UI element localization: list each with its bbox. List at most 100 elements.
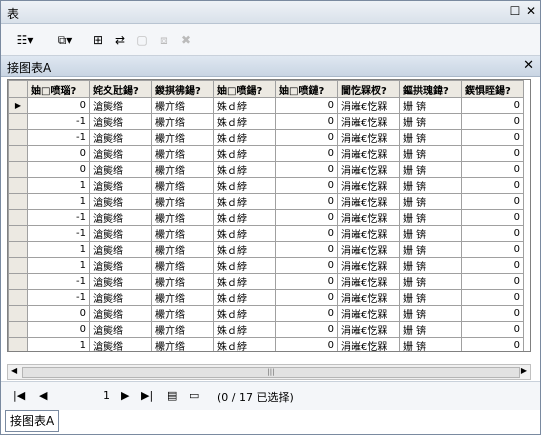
last-record-icon[interactable]: ▶| (141, 389, 153, 402)
show-selected-records-icon[interactable]: ▭ (189, 389, 199, 402)
row-selector[interactable] (8, 305, 28, 322)
table-cell[interactable]: 0 (461, 113, 524, 130)
row-selector[interactable] (8, 177, 28, 194)
related-tables-icon[interactable]: ⧉▾ (51, 31, 79, 49)
table-cell[interactable]: 姗 锛 (399, 241, 462, 258)
table-cell[interactable]: 姝ｄ綍 (213, 289, 276, 306)
previous-record-icon[interactable]: ◀ (39, 389, 47, 402)
table-cell[interactable]: 0 (461, 161, 524, 178)
table-row[interactable]: ▶ 0 滄熋绺 欙亣绺 姝ｄ綍 0 涓嶉€忔槑姗 锛0 (8, 97, 524, 114)
table-cell[interactable]: 姗 锛 (399, 113, 462, 130)
select-by-attributes-icon[interactable]: ⊞ (89, 31, 107, 49)
table-row[interactable]: 0 滄熋绺 欙亣绺 姝ｄ綍 0 涓嶉€忔槑姗 锛0 (8, 161, 524, 178)
table-row[interactable]: -1 滄熋绺 欙亣绺 姝ｄ綍 0 涓嶉€忔槑姗 锛0 (8, 129, 524, 146)
table-cell[interactable]: 姝ｄ綍 (213, 305, 276, 322)
table-cell[interactable]: 滄熋绺 (89, 321, 152, 338)
table-cell[interactable]: 涓嶉€忔槑 (337, 321, 400, 338)
table-cell[interactable]: 1 (27, 193, 90, 210)
table-cell[interactable]: 滄熋绺 (89, 305, 152, 322)
row-selector[interactable] (8, 225, 28, 242)
table-cell[interactable]: 欙亣绺 (151, 193, 214, 210)
scroll-right-icon[interactable]: ▶ (521, 366, 527, 375)
row-selector[interactable] (8, 129, 28, 146)
table-cell[interactable]: 姗 锛 (399, 97, 462, 114)
table-cell[interactable]: 欙亣绺 (151, 241, 214, 258)
first-record-icon[interactable]: |◀ (13, 389, 25, 402)
table-cell[interactable]: 1 (27, 241, 90, 258)
table-cell[interactable]: 涓嶉€忔槑 (337, 241, 400, 258)
column-header[interactable]: 閫忔槑杈? (337, 80, 400, 98)
table-cell[interactable]: 姗 锛 (399, 177, 462, 194)
table-cell[interactable]: 欙亣绺 (151, 305, 214, 322)
horizontal-scrollbar[interactable]: ◀ ||| ▶ (7, 364, 531, 380)
table-cell[interactable]: 滄熋绺 (89, 145, 152, 162)
table-cell[interactable]: 0 (27, 161, 90, 178)
table-cell[interactable]: 0 (275, 129, 338, 146)
table-cell[interactable]: 姗 锛 (399, 257, 462, 274)
table-cell[interactable]: 涓嶉€忔槑 (337, 273, 400, 290)
table-cell[interactable]: 欙亣绺 (151, 129, 214, 146)
row-selector[interactable] (8, 257, 28, 274)
switch-selection-icon[interactable]: ⇄ (111, 31, 129, 49)
table-cell[interactable]: 0 (461, 209, 524, 226)
table-cell[interactable]: 0 (27, 145, 90, 162)
table-row[interactable]: 0 滄熋绺 欙亣绺 姝ｄ綍 0 涓嶉€忔槑姗 锛0 (8, 305, 524, 322)
table-row[interactable]: -1 滄熋绺 欙亣绺 姝ｄ綍 0 涓嶉€忔槑姗 锛0 (8, 273, 524, 290)
table-cell[interactable]: 涓嶉€忔槑 (337, 145, 400, 162)
table-cell[interactable]: 涓嶉€忔槑 (337, 193, 400, 210)
table-cell[interactable]: 0 (27, 321, 90, 338)
table-row[interactable]: 0 滄熋绺 欙亣绺 姝ｄ綍 0 涓嶉€忔槑姗 锛0 (8, 145, 524, 162)
table-cell[interactable]: 0 (27, 305, 90, 322)
table-cell[interactable]: 欙亣绺 (151, 113, 214, 130)
delete-selected-icon[interactable]: ✖ (177, 31, 195, 49)
table-cell[interactable]: 1 (27, 177, 90, 194)
column-header[interactable]: 鍥惧眰鍚? (461, 80, 524, 98)
table-cell[interactable]: 涓嶉€忔槑 (337, 97, 400, 114)
table-cell[interactable]: 姗 锛 (399, 305, 462, 322)
table-cell[interactable]: 涓嶉€忔槑 (337, 257, 400, 274)
next-record-icon[interactable]: ▶ (121, 389, 129, 402)
table-cell[interactable]: 姗 锛 (399, 273, 462, 290)
table-row[interactable]: -1 滄熋绺 欙亣绺 姝ｄ綍 0 涓嶉€忔槑姗 锛0 (8, 225, 524, 242)
table-cell[interactable]: 姝ｄ綍 (213, 273, 276, 290)
scroll-left-icon[interactable]: ◀ (11, 366, 17, 375)
table-cell[interactable]: 姝ｄ綍 (213, 113, 276, 130)
table-cell[interactable]: 0 (461, 145, 524, 162)
table-cell[interactable]: 姗 锛 (399, 321, 462, 338)
table-cell[interactable]: 欙亣绺 (151, 97, 214, 114)
clear-selection-icon[interactable]: ▢ (133, 31, 151, 49)
table-row[interactable]: 1 滄熋绺 欙亣绺 姝ｄ綍 0 涓嶉€忔槑姗 锛0 (8, 177, 524, 194)
table-cell[interactable]: 0 (275, 289, 338, 306)
table-cell[interactable]: 0 (275, 257, 338, 274)
row-selector[interactable] (8, 289, 28, 306)
column-header[interactable]: 鏂拱瑰鍏? (399, 80, 462, 98)
table-cell[interactable]: 0 (275, 161, 338, 178)
row-selector[interactable] (8, 193, 28, 210)
close-table-icon[interactable]: ✕ (523, 58, 534, 73)
table-cell[interactable]: 涓嶉€忔槑 (337, 305, 400, 322)
row-selector[interactable] (8, 241, 28, 258)
table-cell[interactable]: 姗 锛 (399, 209, 462, 226)
table-cell[interactable]: 滄熋绺 (89, 129, 152, 146)
table-cell[interactable]: 0 (461, 337, 524, 351)
table-cell[interactable]: 0 (275, 145, 338, 162)
table-cell[interactable]: 0 (461, 129, 524, 146)
table-cell[interactable]: -1 (27, 113, 90, 130)
table-row[interactable]: 1 滄熋绺 欙亣绺 姝ｄ綍 0 涓嶉€忔槑姗 锛0 (8, 193, 524, 210)
table-cell[interactable]: 姝ｄ綍 (213, 257, 276, 274)
row-selector[interactable] (8, 161, 28, 178)
table-cell[interactable]: 涓嶉€忔槑 (337, 113, 400, 130)
table-cell[interactable]: -1 (27, 129, 90, 146)
table-cell[interactable]: 欙亣绺 (151, 177, 214, 194)
table-cell[interactable]: 涓嶉€忔槑 (337, 225, 400, 242)
table-cell[interactable]: 滄熋绺 (89, 97, 152, 114)
table-cell[interactable]: 姝ｄ綍 (213, 97, 276, 114)
column-header[interactable]: 姹夊瓧鍚? (89, 80, 152, 98)
row-selector[interactable] (8, 273, 28, 290)
maximize-icon[interactable]: ☐ (508, 4, 522, 18)
table-cell[interactable]: 0 (461, 97, 524, 114)
table-cell[interactable]: 姝ｄ綍 (213, 337, 276, 351)
table-cell[interactable]: 0 (275, 321, 338, 338)
table-cell[interactable]: 0 (461, 305, 524, 322)
table-cell[interactable]: 0 (461, 321, 524, 338)
